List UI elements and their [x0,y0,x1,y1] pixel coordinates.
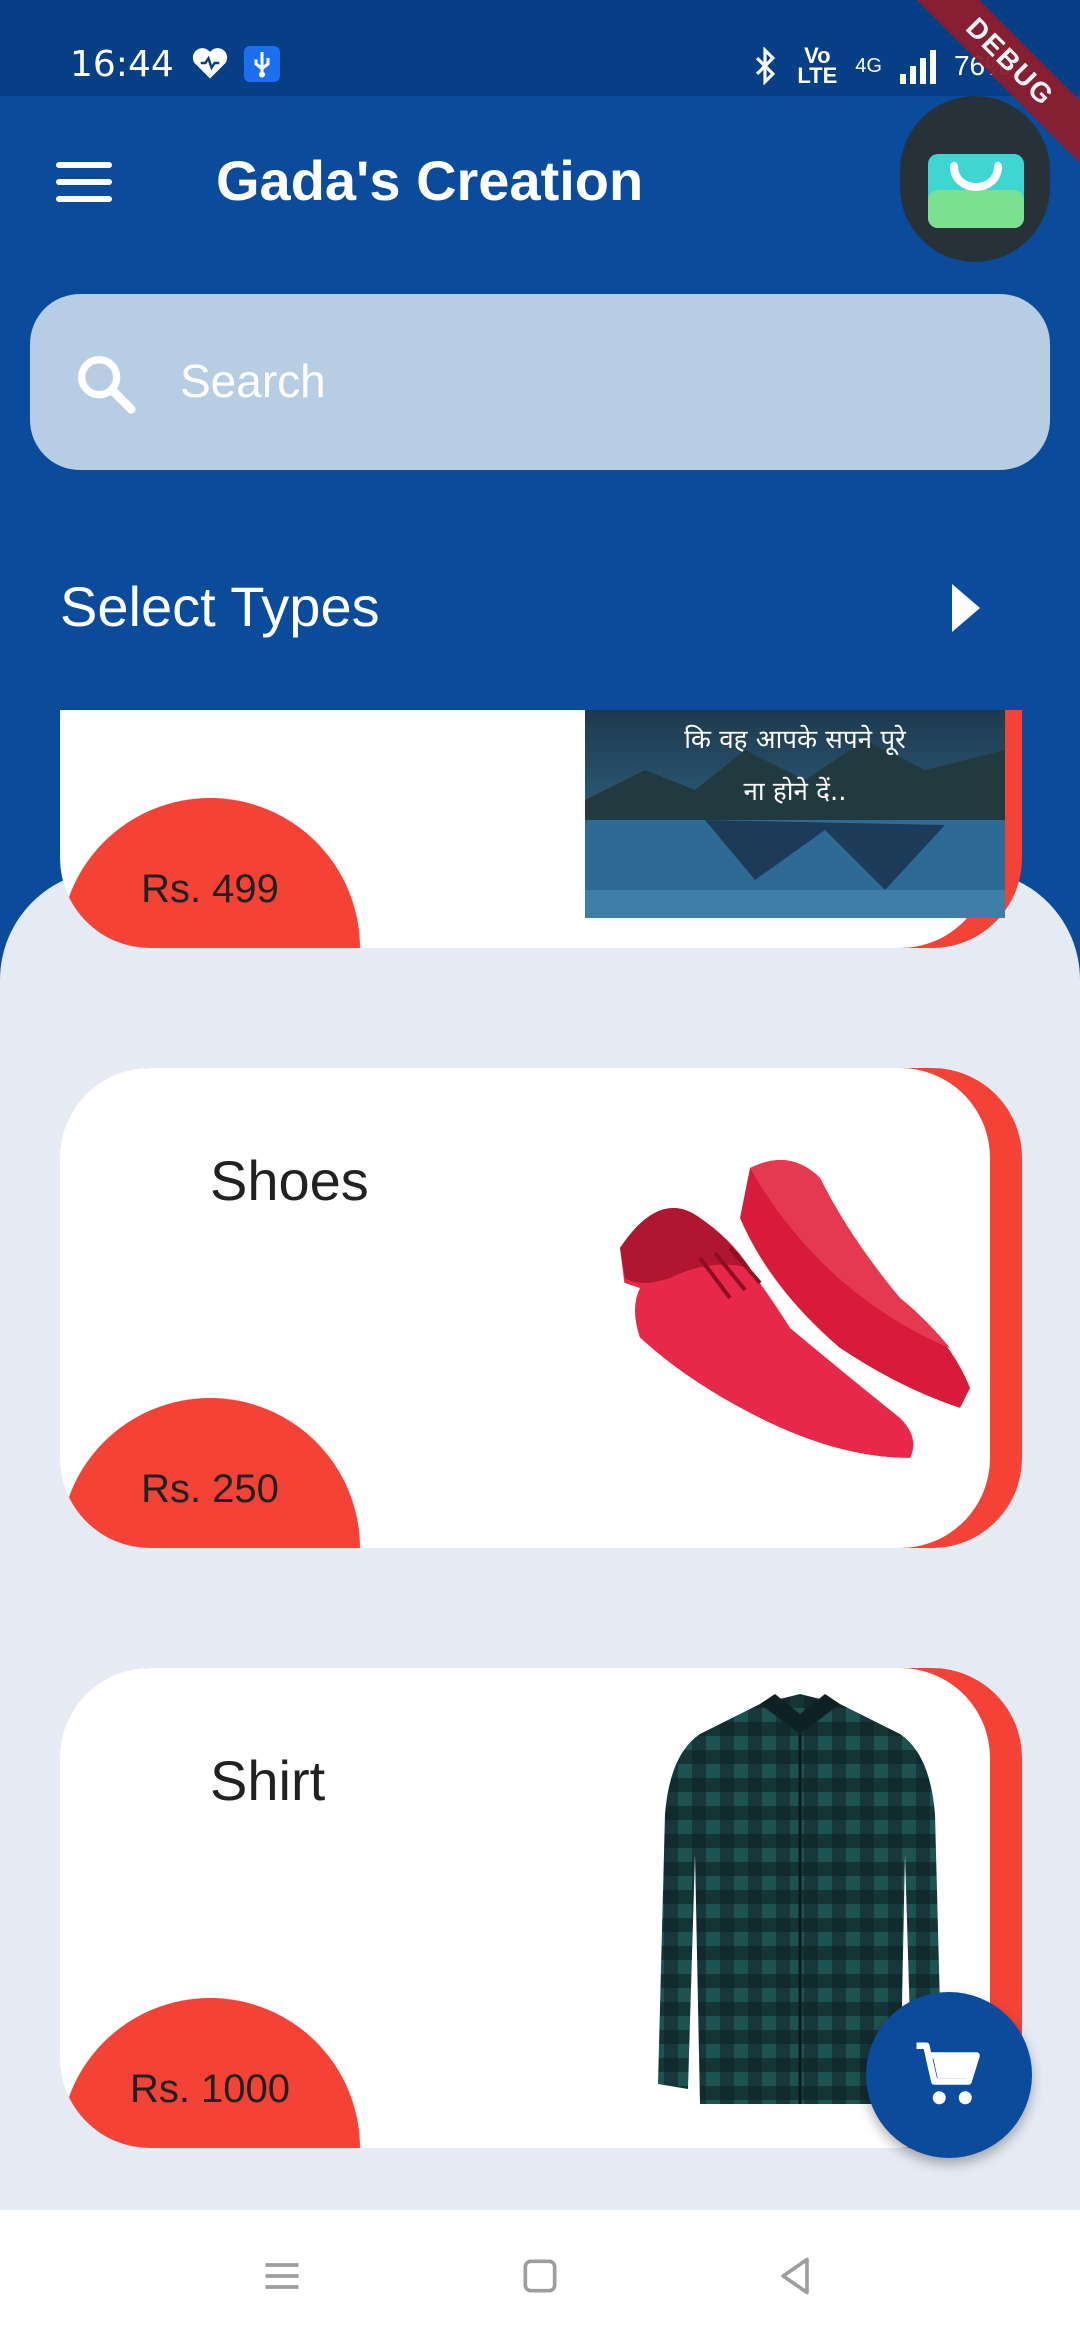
system-nav-bar [0,2210,1080,2340]
card-body: Shoes Rs. 250 [60,1068,990,1548]
product-price: Rs. 250 [141,1467,279,1511]
arrow-right-icon[interactable] [946,580,986,636]
search-icon [78,356,136,414]
home-icon[interactable] [518,2254,562,2298]
product-card[interactable]: Rs. 499 कि वह आपके सपने पूरे ना होने दें… [60,710,1022,948]
back-icon[interactable] [774,2254,818,2298]
search-input[interactable]: Search [180,354,326,408]
product-name: Shirt [210,1749,326,1812]
search-bar[interactable]: Search [30,294,1050,470]
network-type: 4G [855,54,882,77]
section-title: Select Types [60,575,380,638]
recents-icon[interactable] [260,2254,304,2298]
product-price: Rs. 1000 [129,2067,291,2111]
heart-icon [192,48,228,79]
poster-text-1: कि वह आपके सपने पूरे [684,725,906,755]
signal-icon [899,48,936,84]
app-bar: Gada's Creation [0,96,1080,272]
bluetooth-icon [756,47,776,85]
product-image: कि वह आपके सपने पूरे ना होने दें.. [585,710,1005,918]
card-body: Shirt Rs. 1000 [60,1668,990,2148]
status-time: 16:44 [70,44,174,85]
status-bar: 16:44 VoLTE 4G 76% [0,0,1080,96]
usb-icon [244,46,280,82]
shoes-image [609,1160,970,1475]
app-title: Gada's Creation [216,149,644,212]
shopping-bag-icon [928,154,1024,228]
cart-button[interactable] [866,1992,1032,2158]
product-price: Rs. 499 [141,867,279,911]
menu-icon[interactable] [56,162,112,202]
product-card[interactable]: Shoes Rs. 250 [60,1068,1022,1548]
shopping-bag-button[interactable] [900,96,1050,262]
cart-icon [916,2042,980,2105]
volte-indicator: Vo LTE [797,43,838,88]
poster-text-2: ना होने दें.. [743,777,847,807]
product-name: Shoes [210,1149,369,1212]
